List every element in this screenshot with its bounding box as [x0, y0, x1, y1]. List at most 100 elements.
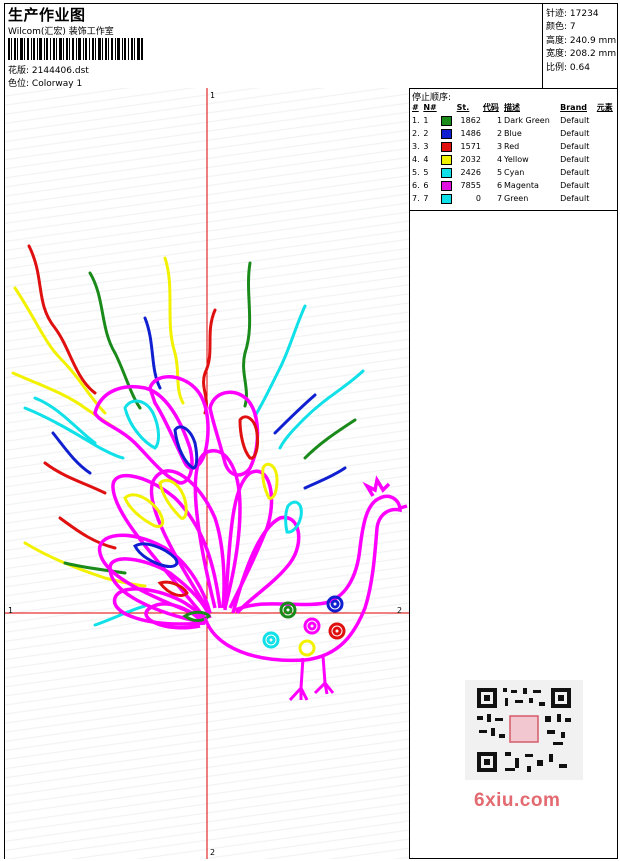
col-element: 元素 [596, 103, 613, 112]
row-brand: Default [560, 129, 590, 138]
row-description: Red [504, 142, 520, 151]
row-element [596, 153, 617, 166]
row-description: Dark Green [504, 116, 550, 125]
row-stitches: 1862 [460, 116, 481, 125]
row-color-swatch [440, 114, 455, 127]
row-color-swatch [440, 192, 455, 205]
colors-value: 7 [569, 22, 576, 32]
row-stitches: 7855 [460, 181, 481, 190]
stat-colors: 颜色: 7 [546, 19, 576, 32]
col-n: N# [423, 103, 437, 112]
row-code: 2 [496, 129, 503, 138]
row-index: 4. [412, 155, 420, 164]
row-index: 1. [412, 116, 420, 125]
width-value: 208.2 mm [569, 49, 617, 59]
row-brand: Default [560, 142, 590, 151]
row-description: Magenta [504, 181, 539, 190]
design-value: 2144406.dst [31, 66, 89, 76]
row-color-swatch [440, 153, 455, 166]
row-stitches: 1486 [460, 129, 481, 138]
table-divider [410, 210, 617, 211]
row-color-swatch [440, 166, 455, 179]
row-color-swatch [440, 127, 455, 140]
stat-scale: 比例: 0.64 [546, 60, 590, 73]
row-index: 2. [412, 129, 420, 138]
row-code: 1 [496, 116, 503, 125]
design-file: 花版: 2144406.dst [8, 63, 89, 76]
height-value: 240.9 mm [569, 36, 617, 46]
axis-top-label: 1 [210, 91, 216, 100]
row-stitches: 1571 [460, 142, 481, 151]
design-label: 花版: [8, 66, 30, 76]
stat-height: 高度: 240.9 mm [546, 33, 616, 46]
row-element [596, 166, 617, 179]
row-brand: Default [560, 194, 590, 203]
row-code: 5 [496, 168, 503, 177]
row-brand: Default [560, 181, 590, 190]
stitches-value: 17234 [569, 9, 599, 19]
color-swatch [441, 128, 453, 139]
watermark-site: 6xiu.com [474, 790, 561, 811]
table-row: 4. 4 2032 4 Yellow Default [411, 153, 617, 166]
row-brand: Default [560, 155, 590, 164]
company-name: Wilcom(汇宏) 装饰工作室 [8, 27, 114, 37]
row-code: 6 [496, 181, 503, 190]
header-info: 生产作业图 Wilcom(汇宏) 装饰工作室 花版: 2144406.dst 色… [5, 4, 541, 89]
color-swatch [441, 154, 453, 165]
height-label: 高度: [546, 36, 568, 46]
row-element [596, 140, 617, 153]
row-element [596, 192, 617, 205]
table-header-row: # N# St. 代码 描述 Brand 元素 [411, 101, 617, 114]
table-row: 5. 5 2426 5 Cyan Default [411, 166, 617, 179]
row-description: Blue [504, 129, 522, 138]
row-color-swatch [440, 179, 455, 192]
axis-left-label: 1 [8, 606, 14, 615]
row-color-swatch [440, 140, 455, 153]
col-brand: Brand [560, 103, 587, 112]
row-stitches: 2032 [460, 155, 481, 164]
col-st: St. [456, 103, 470, 112]
color-swatch [441, 180, 453, 191]
table-row: 3. 3 1571 3 Red Default [411, 140, 617, 153]
table-row: 7. 7 0 7 Green Default [411, 192, 617, 205]
row-needle: 5 [423, 168, 429, 177]
col-code: 代码 [482, 103, 499, 112]
color-swatch [441, 193, 453, 204]
stat-width: 宽度: 208.2 mm [546, 46, 616, 59]
row-code: 3 [496, 142, 503, 151]
table-row: 2. 2 1486 2 Blue Default [411, 127, 617, 140]
embroidery-preview [5, 88, 409, 859]
qr-code [465, 680, 583, 780]
sheet-title: 生产作业图 [8, 6, 86, 24]
scale-value: 0.64 [569, 63, 590, 73]
row-stitches: 2426 [460, 168, 481, 177]
sheet-header: 生产作业图 Wilcom(汇宏) 装饰工作室 花版: 2144406.dst 色… [5, 4, 617, 89]
row-needle: 6 [423, 181, 429, 190]
row-index: 5. [412, 168, 420, 177]
row-element [596, 114, 617, 127]
color-swatch [441, 167, 453, 178]
row-description: Green [504, 194, 529, 203]
design-stats: 针迹: 17234 颜色: 7 高度: 240.9 mm 宽度: 208.2 m… [542, 4, 617, 88]
table-row: 1. 1 1862 1 Dark Green Default [411, 114, 617, 127]
row-index: 3. [412, 142, 420, 151]
col-hash: # [412, 103, 419, 112]
scale-label: 比例: [546, 63, 568, 73]
color-swatch [441, 115, 453, 126]
row-element [596, 127, 617, 140]
row-needle: 7 [423, 194, 429, 203]
row-index: 7. [412, 194, 420, 203]
row-needle: 2 [423, 129, 429, 138]
barcode [8, 38, 143, 60]
colors-label: 颜色: [546, 22, 568, 32]
row-brand: Default [560, 116, 590, 125]
row-needle: 3 [423, 142, 429, 151]
row-description: Yellow [504, 155, 529, 164]
row-brand: Default [560, 168, 590, 177]
table-row: 6. 6 7855 6 Magenta Default [411, 179, 617, 192]
col-desc: 描述 [504, 103, 521, 112]
peacock-legs [288, 655, 335, 702]
row-element [596, 179, 617, 192]
stop-sequence-table: # N# St. 代码 描述 Brand 元素 1. 1 1862 1 Dark Gre… [411, 101, 617, 205]
row-needle: 4 [423, 155, 429, 164]
